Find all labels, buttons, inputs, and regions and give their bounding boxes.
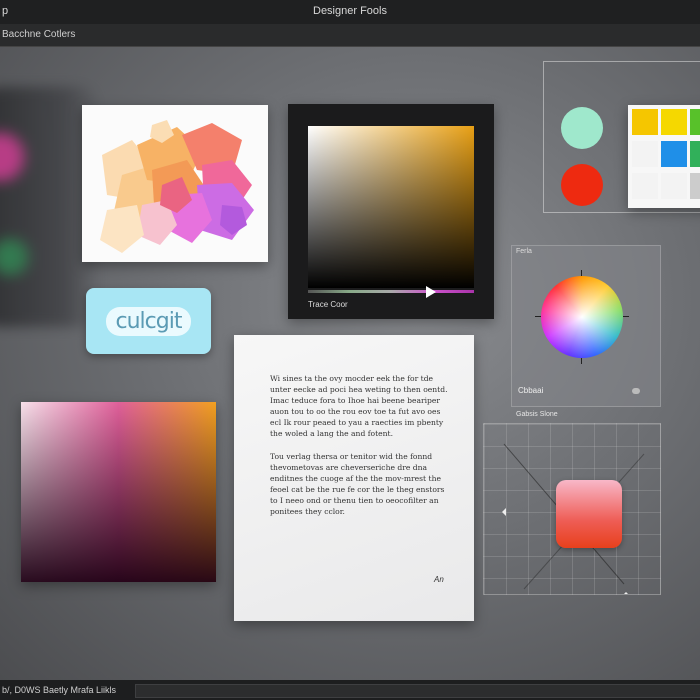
- document-paragraph-1: Wi sines ta the ovy mocder eek the for t…: [270, 374, 448, 438]
- logo-card[interactable]: culcgit: [86, 288, 211, 354]
- color-palette-card[interactable]: [628, 105, 700, 208]
- palette-swatch[interactable]: [632, 173, 658, 199]
- color-wheel[interactable]: [541, 276, 623, 358]
- palette-swatch[interactable]: [632, 109, 658, 135]
- polygon-art-icon: [100, 120, 254, 253]
- gradient-swatch-card[interactable]: [21, 402, 216, 582]
- wheel-panel-title: Ferla: [516, 248, 532, 255]
- logo-text: culcgit: [105, 306, 192, 336]
- palette-swatch[interactable]: [661, 109, 687, 135]
- wheel-tick-top: [581, 270, 582, 276]
- hue-slider[interactable]: [308, 290, 474, 293]
- polygon-art-card[interactable]: [82, 105, 268, 262]
- palette-swatch[interactable]: [690, 109, 700, 135]
- picker-label: Trace Coor: [308, 300, 348, 309]
- toolbar-label[interactable]: Bacchne Cotlers: [2, 29, 75, 40]
- wheel-tick-bottom: [581, 358, 582, 364]
- document-signature: An: [434, 575, 444, 584]
- red-swatch[interactable]: [561, 164, 603, 206]
- mint-swatch[interactable]: [561, 107, 603, 149]
- window-title: Designer Fools: [313, 5, 387, 17]
- grid-panel[interactable]: [483, 423, 661, 595]
- wheel-panel-label: Cbbaai: [518, 386, 544, 395]
- color-wheel-panel[interactable]: Ferla Cbbaai: [511, 245, 661, 407]
- play-icon[interactable]: [426, 286, 436, 298]
- title-bar: p Designer Fools: [0, 0, 700, 24]
- toggle-icon[interactable]: [632, 388, 640, 394]
- palette-swatch[interactable]: [690, 141, 700, 167]
- palette-swatch[interactable]: [632, 141, 658, 167]
- document-paragraph-2: Tou verlag thersa or tenitor wid the fon…: [270, 452, 445, 516]
- status-text: b/, D0WS Baetly Mrafa Liikls: [2, 685, 117, 695]
- gradient-tile[interactable]: [556, 480, 622, 548]
- document-page[interactable]: Wi sines ta the ovy mocder eek the for t…: [234, 335, 474, 621]
- workspace-canvas[interactable]: Trace Coor culcgit Wi sines ta the ovy m…: [0, 47, 700, 680]
- grid-panel-title: Gabsis Slone: [516, 411, 558, 418]
- wheel-tick-right: [623, 316, 629, 317]
- wheel-tick-left: [535, 316, 541, 317]
- color-picker-panel[interactable]: Trace Coor: [288, 104, 494, 319]
- saturation-brightness-field[interactable]: [308, 126, 474, 288]
- toolbar: Bacchne Cotlers: [0, 24, 700, 47]
- palette-swatch[interactable]: [661, 173, 687, 199]
- palette-swatch[interactable]: [661, 141, 687, 167]
- palette-swatch[interactable]: [690, 173, 700, 199]
- status-progress-track: [135, 684, 700, 698]
- status-bar: b/, D0WS Baetly Mrafa Liikls: [0, 680, 700, 700]
